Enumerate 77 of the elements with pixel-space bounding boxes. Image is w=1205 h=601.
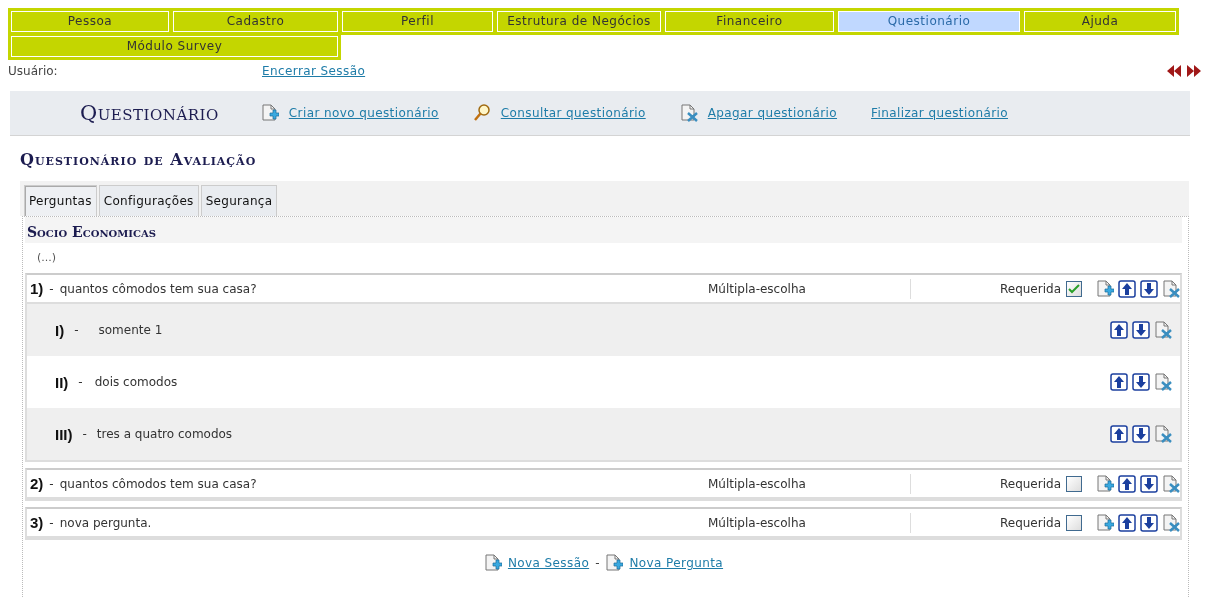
add-document-icon[interactable] — [483, 554, 502, 572]
required-checkbox[interactable] — [1066, 280, 1082, 297]
menu-tab[interactable]: Cadastro — [173, 11, 338, 32]
menu-tab[interactable]: Pessoa — [11, 11, 169, 32]
option-number: I) — [55, 321, 65, 339]
footer-link[interactable]: Nova Pergunta — [629, 556, 724, 570]
question-number: 3) — [30, 514, 44, 531]
question-type: Múltipla-escolha — [708, 278, 911, 299]
tab[interactable]: Configurações — [98, 185, 199, 216]
add-document-icon[interactable] — [1096, 279, 1114, 298]
move-down-icon[interactable] — [1132, 373, 1150, 391]
action-link[interactable]: Finalizar questionário — [871, 106, 1008, 120]
option-number: II) — [55, 373, 69, 391]
delete-document-icon[interactable] — [679, 104, 698, 122]
question-type: Múltipla-escolha — [708, 473, 911, 494]
add-document-icon[interactable] — [260, 104, 279, 122]
option-text: tres a quatro comodos — [96, 427, 233, 441]
move-down-icon[interactable] — [1140, 474, 1158, 493]
option-number: III) — [55, 425, 73, 443]
rewind-icon[interactable] — [1167, 65, 1181, 77]
action-link[interactable]: Criar novo questionário — [288, 106, 439, 120]
move-up-icon[interactable] — [1118, 279, 1136, 298]
move-up-icon[interactable] — [1110, 373, 1128, 391]
separator: - — [595, 556, 600, 570]
move-down-icon[interactable] — [1132, 425, 1150, 443]
delete-document-icon[interactable] — [1154, 373, 1172, 391]
move-up-icon[interactable] — [1118, 474, 1136, 493]
dash: - — [74, 323, 79, 337]
logout-link[interactable]: Encerrar Sessão — [262, 64, 366, 78]
user-label: Usuário: — [8, 64, 59, 78]
dash: - — [49, 476, 54, 491]
dash: - — [49, 281, 54, 296]
section-title: Socio Economicas — [25, 217, 1182, 243]
move-up-icon[interactable] — [1110, 321, 1128, 339]
fast-forward-icon[interactable] — [1187, 65, 1201, 77]
move-down-icon[interactable] — [1132, 321, 1150, 339]
tab[interactable]: Segurança — [200, 185, 278, 216]
question-text: quantos cômodos tem sua casa? — [59, 281, 257, 296]
move-down-icon[interactable] — [1140, 513, 1158, 532]
required-label: Requerida — [998, 281, 1061, 296]
footer-link[interactable]: Nova Sessão — [507, 556, 590, 570]
required-label: Requerida — [998, 515, 1061, 530]
option-text: somente 1 — [98, 323, 163, 337]
question-text: quantos cômodos tem sua casa? — [59, 476, 257, 491]
search-icon[interactable] — [472, 104, 491, 122]
add-document-icon[interactable] — [1096, 513, 1114, 532]
menu-tab[interactable]: Ajuda — [1024, 11, 1176, 32]
menu-tab[interactable]: Questionário — [838, 11, 1020, 32]
menu-tab[interactable]: Estrutura de Negócios — [497, 11, 661, 32]
menu-tab[interactable]: Módulo Survey — [11, 36, 338, 57]
question-text: nova pergunta. — [59, 515, 152, 530]
menu-tab[interactable]: Perfil — [342, 11, 493, 32]
page-title: Questionário — [80, 101, 219, 125]
add-document-icon[interactable] — [1096, 474, 1114, 493]
question-number: 1) — [30, 280, 44, 297]
section-note: (...) — [36, 250, 58, 266]
option-text: dois comodos — [94, 375, 178, 389]
dash: - — [49, 515, 54, 530]
questionnaire-title: Questionário de Avaliação — [20, 150, 257, 169]
action-link[interactable]: Consultar questionário — [500, 106, 646, 120]
move-down-icon[interactable] — [1140, 279, 1158, 298]
required-checkbox[interactable] — [1066, 475, 1082, 492]
dash: - — [82, 427, 87, 441]
move-up-icon[interactable] — [1110, 425, 1128, 443]
tab[interactable]: Perguntas — [24, 185, 97, 216]
menu-tab[interactable]: Financeiro — [665, 11, 834, 32]
delete-document-icon[interactable] — [1162, 513, 1180, 532]
question-number: 2) — [30, 475, 44, 492]
question-type: Múltipla-escolha — [708, 512, 911, 533]
delete-document-icon[interactable] — [1162, 279, 1180, 298]
dash: - — [78, 375, 83, 389]
delete-document-icon[interactable] — [1162, 474, 1180, 493]
move-up-icon[interactable] — [1118, 513, 1136, 532]
required-label: Requerida — [998, 476, 1061, 491]
add-document-icon[interactable] — [605, 554, 624, 572]
required-checkbox[interactable] — [1066, 514, 1082, 531]
action-link[interactable]: Apagar questionário — [707, 106, 837, 120]
